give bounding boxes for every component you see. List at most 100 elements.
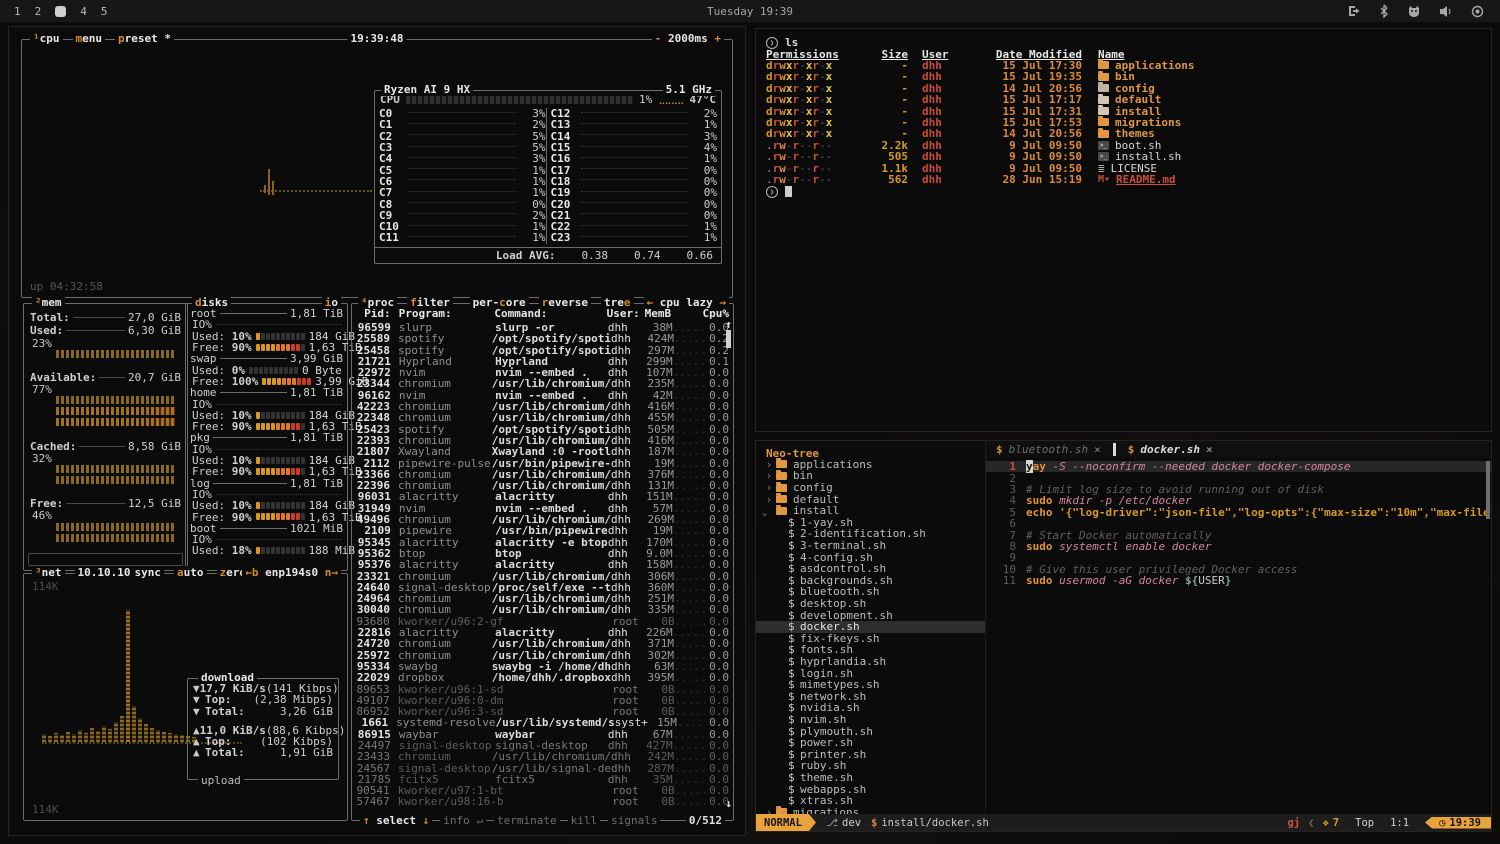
process-row[interactable]: 42223chromium/usr/lib/chromium/dhh416M..… xyxy=(352,400,733,411)
process-row[interactable]: 21807XwaylandXwayland :0 -rootldhh187M..… xyxy=(352,445,733,456)
tree-file-network.sh[interactable]: $network.sh xyxy=(756,690,985,702)
process-row[interactable]: 96599slurpslurp -ordhh38M.........0.0 xyxy=(352,321,733,332)
process-row[interactable]: 49496chromium/usr/lib/chromium/dhh269M..… xyxy=(352,513,733,524)
process-row[interactable]: 22348chromium/usr/lib/chromium/dhh455M..… xyxy=(352,411,733,422)
process-row[interactable]: 2109pipewire/usr/bin/pipewiredhh19M.....… xyxy=(352,524,733,535)
process-row[interactable]: 57467kworker/u98:16-broot0B.........0.0 xyxy=(352,795,733,806)
process-row[interactable]: 25589spotify/opt/spotify/spotidhh424M...… xyxy=(352,332,733,343)
process-row[interactable]: 25423spotify/opt/spotify/spotidhh505M...… xyxy=(352,423,733,434)
net-next-iface[interactable]: n→ xyxy=(325,566,338,579)
tab-docker.sh[interactable]: $docker.sh× xyxy=(1118,441,1223,458)
tree-dir-migrations[interactable]: ›migrations xyxy=(756,806,985,814)
proc-scrollbar[interactable] xyxy=(726,330,731,348)
tree-file-xtras.sh[interactable]: $xtras.sh xyxy=(756,795,985,807)
logout-icon[interactable] xyxy=(1347,4,1361,18)
process-row[interactable]: 23344chromium/usr/lib/chromium/dhh235M..… xyxy=(352,377,733,388)
tree-file-4-config.sh[interactable]: $4-config.sh xyxy=(756,551,985,563)
process-row[interactable]: 95345alacrittyalacritty -e btopdhh170M..… xyxy=(352,536,733,547)
proc-tree-toggle[interactable]: tree xyxy=(601,296,634,309)
process-row[interactable]: 22972nvimnvim --embed .dhh107M.........0… xyxy=(352,366,733,377)
tree-file-theme.sh[interactable]: $theme.sh xyxy=(756,772,985,784)
net-sync-toggle[interactable]: sync xyxy=(131,566,164,579)
cat-icon[interactable] xyxy=(1407,5,1421,18)
tree-file-1-yay.sh[interactable]: $1-yay.sh xyxy=(756,517,985,529)
interval-minus[interactable]: - xyxy=(655,32,662,45)
process-row[interactable]: 24497signal-desktopsignal-desktopdhh427M… xyxy=(352,739,733,750)
tree-file-plymouth.sh[interactable]: $plymouth.sh xyxy=(756,725,985,737)
process-row[interactable]: 90541kworker/u97:1-btroot0B.........0.0 xyxy=(352,784,733,795)
tree-file-fonts.sh[interactable]: $fonts.sh xyxy=(756,644,985,656)
tab-close-icon[interactable]: × xyxy=(1206,443,1213,456)
tree-file-nvim.sh[interactable]: $nvim.sh xyxy=(756,714,985,726)
tree-dir-default[interactable]: ›default xyxy=(756,493,985,505)
process-row[interactable]: 23433chromium/usr/lib/chromium/dhh242M..… xyxy=(352,750,733,761)
process-row[interactable]: 22816alacrittyalacrittydhh226M.........0… xyxy=(352,626,733,637)
proc-percore-toggle[interactable]: per-core xyxy=(470,296,529,309)
tree-file-asdcontrol.sh[interactable]: $asdcontrol.sh xyxy=(756,563,985,575)
tree-file-hyprlandia.sh[interactable]: $hyprlandia.sh xyxy=(756,656,985,668)
tree-file-desktop.sh[interactable]: $desktop.sh xyxy=(756,598,985,610)
tree-file-power.sh[interactable]: $power.sh xyxy=(756,737,985,749)
process-row[interactable]: 95376alacrittyalacrittydhh158M.........0… xyxy=(352,558,733,569)
process-row[interactable]: 24720chromium/usr/lib/chromium/dhh371M..… xyxy=(352,637,733,648)
process-row[interactable]: 2112pipewire-pulse/usr/bin/pipewire-dhh1… xyxy=(352,457,733,468)
proc-terminate-key[interactable]: terminate xyxy=(494,814,560,827)
proc-kill-key[interactable]: kill xyxy=(568,814,601,827)
process-row[interactable]: 22029dropbox/home/dhh/.dropboxdhh395M...… xyxy=(352,671,733,682)
tree-file-backgrounds.sh[interactable]: $backgrounds.sh xyxy=(756,575,985,587)
net-prev-iface[interactable]: ←b xyxy=(245,566,258,579)
proc-signals-key[interactable]: signals xyxy=(608,814,660,827)
process-row[interactable]: 86915waybarwaybardhh67M.........0.0 xyxy=(352,728,733,739)
process-row[interactable]: 25458spotify/opt/spotify/spotidhh297M...… xyxy=(352,344,733,355)
process-row[interactable]: 1661systemd-resolve/usr/lib/systemd/ssys… xyxy=(352,716,733,727)
process-row[interactable]: 86952kworker/u96:3-sdroot0B.........0.0 xyxy=(352,705,733,716)
net-auto-toggle[interactable]: auto xyxy=(174,566,207,579)
proc-filter-button[interactable]: filter xyxy=(407,296,453,309)
bluetooth-icon[interactable] xyxy=(1379,4,1389,18)
process-row[interactable]: 21721HyprlandHyprlanddhh299M.........0.1 xyxy=(352,355,733,366)
tree-file-development.sh[interactable]: $development.sh xyxy=(756,609,985,621)
tree-file-ruby.sh[interactable]: $ruby.sh xyxy=(756,760,985,772)
proc-reverse-toggle[interactable]: reverse xyxy=(539,296,591,309)
process-row[interactable]: 24964chromium/usr/lib/chromium/dhh251M..… xyxy=(352,592,733,603)
tree-dir-applications[interactable]: ›applications xyxy=(756,459,985,471)
proc-info-key[interactable]: info ↵ xyxy=(440,814,486,827)
record-icon[interactable] xyxy=(1471,5,1484,18)
process-row[interactable]: 96031alacrittyalacrittydhh151M.........0… xyxy=(352,490,733,501)
tree-file-bluetooth.sh[interactable]: $bluetooth.sh xyxy=(756,586,985,598)
tree-dir-config[interactable]: ›config xyxy=(756,482,985,494)
tree-dir-install[interactable]: ›install xyxy=(756,505,985,517)
process-row[interactable]: 22396chromium/usr/lib/chromium/dhh131M..… xyxy=(352,479,733,490)
process-row[interactable]: 21785fcitx5fcitx5dhh35M.........0.0 xyxy=(352,773,733,784)
tree-file-mimetypes.sh[interactable]: $mimetypes.sh xyxy=(756,679,985,691)
tree-file-login.sh[interactable]: $login.sh xyxy=(756,667,985,679)
process-row[interactable]: 95362btopbtopdhh9.0M.........0.0 xyxy=(352,547,733,558)
process-row[interactable]: 30040chromium/usr/lib/chromium/dhh335M..… xyxy=(352,603,733,614)
menu-button[interactable]: menu xyxy=(73,32,106,45)
proc-select-keys[interactable]: ↑ select ↓ xyxy=(360,814,432,827)
process-row[interactable]: 96162nvimnvim --embed .dhh42M.........0.… xyxy=(352,389,733,400)
process-row[interactable]: 22393chromium/usr/lib/chromium/dhh416M..… xyxy=(352,434,733,445)
tree-dir-bin[interactable]: ›bin xyxy=(756,470,985,482)
process-row[interactable]: 93680kworker/u96:2-gfroot0B.........0.0 xyxy=(352,615,733,626)
process-row[interactable]: 23366chromium/usr/lib/chromium/dhh376M..… xyxy=(352,468,733,479)
interval-plus[interactable]: + xyxy=(714,32,721,45)
tree-file-webapps.sh[interactable]: $webapps.sh xyxy=(756,783,985,795)
process-row[interactable]: 24567signal-desktop/usr/lib/signal-dedhh… xyxy=(352,762,733,773)
process-row[interactable]: 95334swaybgswaybg -i /home/dhdhh63M.....… xyxy=(352,660,733,671)
tree-file-nvidia.sh[interactable]: $nvidia.sh xyxy=(756,702,985,714)
editor-scrollbar[interactable] xyxy=(1486,461,1490,519)
tree-file-2-identification.sh[interactable]: $2-identification.sh xyxy=(756,528,985,540)
current-prompt[interactable]: ❯ xyxy=(766,186,1481,197)
process-row[interactable]: 31949nvimnvim --embed .dhh57M.........0.… xyxy=(352,502,733,513)
tab-close-icon[interactable]: × xyxy=(1094,443,1101,456)
preset-button[interactable]: preset * xyxy=(115,32,174,45)
tree-file-printer.sh[interactable]: $printer.sh xyxy=(756,748,985,760)
tree-file-3-terminal.sh[interactable]: $3-terminal.sh xyxy=(756,540,985,552)
tree-file-docker.sh[interactable]: $docker.sh xyxy=(756,621,985,633)
process-row[interactable]: 49107kworker/u96:0-dmroot0B.........0.0 xyxy=(352,694,733,705)
process-row[interactable]: 24640signal-desktop/proc/self/exe --tdhh… xyxy=(352,581,733,592)
process-row[interactable]: 23321chromium/usr/lib/chromium/dhh306M..… xyxy=(352,570,733,581)
proc-sort-selector[interactable]: ← cpu lazy → xyxy=(644,296,729,309)
process-row[interactable]: 25972chromium/usr/lib/chromium/dhh302M..… xyxy=(352,649,733,660)
